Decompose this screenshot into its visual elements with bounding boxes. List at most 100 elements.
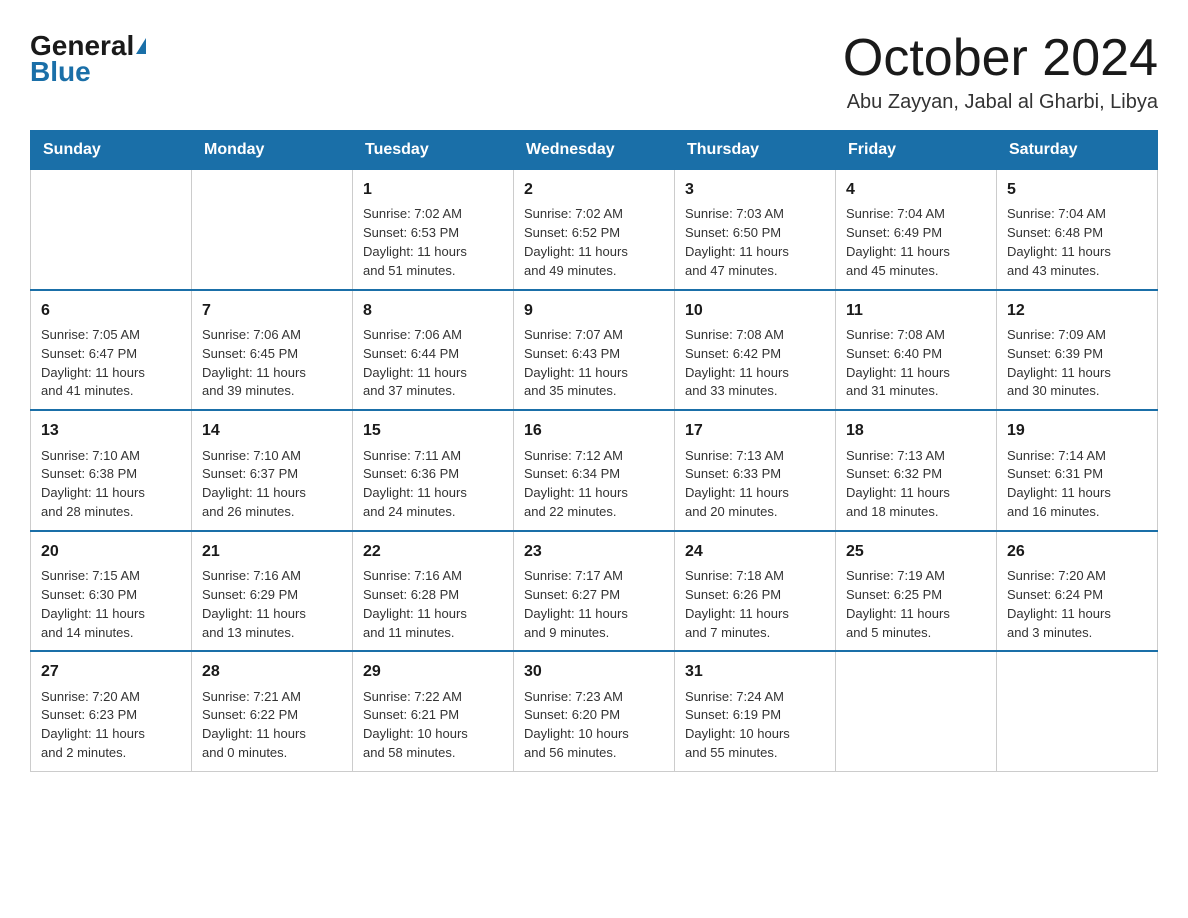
calendar-cell: 28 Sunrise: 7:21 AM Sunset: 6:22 PM Dayli… <box>192 651 353 771</box>
calendar-cell: 29Sunrise: 7:22 AM Sunset: 6:21 PM Dayli… <box>353 651 514 771</box>
calendar-cell: 20 Sunrise: 7:15 AM Sunset: 6:30 PM Dayli… <box>31 531 192 652</box>
calendar-cell: 31 Sunrise: 7:24 AM Sunset: 6:19 PM Dayli… <box>675 651 836 771</box>
month-title: October 2024 <box>843 30 1158 87</box>
day-number: 23 <box>524 540 664 563</box>
calendar-cell: 18 Sunrise: 7:13 AM Sunset: 6:32 PM Dayli… <box>836 410 997 531</box>
calendar-cell: 13 Sunrise: 7:10 AM Sunset: 6:38 PM Dayli… <box>31 410 192 531</box>
day-number: 11 <box>846 299 986 322</box>
calendar-cell: 24 Sunrise: 7:18 AM Sunset: 6:26 PM Dayli… <box>675 531 836 652</box>
day-number: 7 <box>202 299 342 322</box>
calendar-cell: 14Sunrise: 7:10 AM Sunset: 6:37 PM Dayli… <box>192 410 353 531</box>
day-info: Sunrise: 7:20 AM Sunset: 6:24 PM Dayligh… <box>1007 567 1147 642</box>
day-number: 31 <box>685 660 825 683</box>
day-number: 2 <box>524 178 664 201</box>
calendar-cell: 23 Sunrise: 7:17 AM Sunset: 6:27 PM Dayli… <box>514 531 675 652</box>
calendar-cell: 26 Sunrise: 7:20 AM Sunset: 6:24 PM Dayli… <box>997 531 1158 652</box>
weekday-header-wednesday: Wednesday <box>514 131 675 170</box>
day-info: Sunrise: 7:02 AM Sunset: 6:52 PM Dayligh… <box>524 205 664 280</box>
calendar-cell: 22 Sunrise: 7:16 AM Sunset: 6:28 PM Dayli… <box>353 531 514 652</box>
day-number: 22 <box>363 540 503 563</box>
weekday-header-row: SundayMondayTuesdayWednesdayThursdayFrid… <box>31 131 1158 170</box>
calendar-cell: 16Sunrise: 7:12 AM Sunset: 6:34 PM Dayli… <box>514 410 675 531</box>
day-number: 20 <box>41 540 181 563</box>
day-number: 14 <box>202 419 342 442</box>
day-info: Sunrise: 7:09 AM Sunset: 6:39 PM Dayligh… <box>1007 326 1147 401</box>
weekday-header-monday: Monday <box>192 131 353 170</box>
day-info: Sunrise: 7:02 AM Sunset: 6:53 PM Dayligh… <box>363 205 503 280</box>
logo: General Blue <box>30 30 146 88</box>
weekday-header-friday: Friday <box>836 131 997 170</box>
week-row-4: 20 Sunrise: 7:15 AM Sunset: 6:30 PM Dayli… <box>31 531 1158 652</box>
day-info: Sunrise: 7:14 AM Sunset: 6:31 PM Dayligh… <box>1007 447 1147 522</box>
calendar-cell: 15 Sunrise: 7:11 AM Sunset: 6:36 PM Dayli… <box>353 410 514 531</box>
day-number: 21 <box>202 540 342 563</box>
day-info: Sunrise: 7:08 AM Sunset: 6:40 PM Dayligh… <box>846 326 986 401</box>
calendar-cell: 10 Sunrise: 7:08 AM Sunset: 6:42 PM Dayli… <box>675 290 836 411</box>
day-number: 25 <box>846 540 986 563</box>
day-info: Sunrise: 7:15 AM Sunset: 6:30 PM Dayligh… <box>41 567 181 642</box>
day-number: 5 <box>1007 178 1147 201</box>
day-info: Sunrise: 7:10 AM Sunset: 6:38 PM Dayligh… <box>41 447 181 522</box>
day-number: 19 <box>1007 419 1147 442</box>
page-header: General Blue October 2024 Abu Zayyan, Ja… <box>30 30 1158 114</box>
day-info: Sunrise: 7:16 AM Sunset: 6:29 PM Dayligh… <box>202 567 342 642</box>
week-row-3: 13 Sunrise: 7:10 AM Sunset: 6:38 PM Dayli… <box>31 410 1158 531</box>
day-number: 9 <box>524 299 664 322</box>
day-number: 10 <box>685 299 825 322</box>
calendar-cell: 25Sunrise: 7:19 AM Sunset: 6:25 PM Dayli… <box>836 531 997 652</box>
calendar-cell: 12Sunrise: 7:09 AM Sunset: 6:39 PM Dayli… <box>997 290 1158 411</box>
calendar-cell <box>836 651 997 771</box>
calendar-cell: 1 Sunrise: 7:02 AM Sunset: 6:53 PM Daylig… <box>353 170 514 290</box>
day-number: 4 <box>846 178 986 201</box>
weekday-header-saturday: Saturday <box>997 131 1158 170</box>
day-number: 1 <box>363 178 503 201</box>
day-info: Sunrise: 7:18 AM Sunset: 6:26 PM Dayligh… <box>685 567 825 642</box>
day-number: 30 <box>524 660 664 683</box>
day-info: Sunrise: 7:11 AM Sunset: 6:36 PM Dayligh… <box>363 447 503 522</box>
calendar-cell: 4 Sunrise: 7:04 AM Sunset: 6:49 PM Daylig… <box>836 170 997 290</box>
day-number: 29 <box>363 660 503 683</box>
day-info: Sunrise: 7:07 AM Sunset: 6:43 PM Dayligh… <box>524 326 664 401</box>
calendar-cell <box>192 170 353 290</box>
day-info: Sunrise: 7:05 AM Sunset: 6:47 PM Dayligh… <box>41 326 181 401</box>
calendar-cell <box>997 651 1158 771</box>
logo-triangle-icon <box>136 38 146 54</box>
day-number: 13 <box>41 419 181 442</box>
location-title: Abu Zayyan, Jabal al Gharbi, Libya <box>843 91 1158 114</box>
day-info: Sunrise: 7:21 AM Sunset: 6:22 PM Dayligh… <box>202 688 342 763</box>
day-info: Sunrise: 7:08 AM Sunset: 6:42 PM Dayligh… <box>685 326 825 401</box>
calendar-cell <box>31 170 192 290</box>
day-info: Sunrise: 7:16 AM Sunset: 6:28 PM Dayligh… <box>363 567 503 642</box>
day-info: Sunrise: 7:03 AM Sunset: 6:50 PM Dayligh… <box>685 205 825 280</box>
day-info: Sunrise: 7:04 AM Sunset: 6:48 PM Dayligh… <box>1007 205 1147 280</box>
day-number: 28 <box>202 660 342 683</box>
day-number: 15 <box>363 419 503 442</box>
logo-blue-text: Blue <box>30 56 91 88</box>
day-info: Sunrise: 7:04 AM Sunset: 6:49 PM Dayligh… <box>846 205 986 280</box>
day-number: 8 <box>363 299 503 322</box>
day-info: Sunrise: 7:17 AM Sunset: 6:27 PM Dayligh… <box>524 567 664 642</box>
day-number: 17 <box>685 419 825 442</box>
calendar-cell: 19 Sunrise: 7:14 AM Sunset: 6:31 PM Dayli… <box>997 410 1158 531</box>
day-number: 26 <box>1007 540 1147 563</box>
calendar-cell: 27Sunrise: 7:20 AM Sunset: 6:23 PM Dayli… <box>31 651 192 771</box>
day-number: 24 <box>685 540 825 563</box>
week-row-5: 27Sunrise: 7:20 AM Sunset: 6:23 PM Dayli… <box>31 651 1158 771</box>
day-info: Sunrise: 7:24 AM Sunset: 6:19 PM Dayligh… <box>685 688 825 763</box>
day-number: 18 <box>846 419 986 442</box>
calendar-cell: 30Sunrise: 7:23 AM Sunset: 6:20 PM Dayli… <box>514 651 675 771</box>
day-number: 3 <box>685 178 825 201</box>
day-number: 6 <box>41 299 181 322</box>
calendar-cell: 8 Sunrise: 7:06 AM Sunset: 6:44 PM Daylig… <box>353 290 514 411</box>
week-row-2: 6 Sunrise: 7:05 AM Sunset: 6:47 PM Daylig… <box>31 290 1158 411</box>
day-info: Sunrise: 7:13 AM Sunset: 6:32 PM Dayligh… <box>846 447 986 522</box>
calendar-cell: 2 Sunrise: 7:02 AM Sunset: 6:52 PM Daylig… <box>514 170 675 290</box>
calendar-cell: 7 Sunrise: 7:06 AM Sunset: 6:45 PM Daylig… <box>192 290 353 411</box>
weekday-header-sunday: Sunday <box>31 131 192 170</box>
calendar-cell: 11 Sunrise: 7:08 AM Sunset: 6:40 PM Dayli… <box>836 290 997 411</box>
week-row-1: 1 Sunrise: 7:02 AM Sunset: 6:53 PM Daylig… <box>31 170 1158 290</box>
calendar-cell: 3 Sunrise: 7:03 AM Sunset: 6:50 PM Daylig… <box>675 170 836 290</box>
day-info: Sunrise: 7:06 AM Sunset: 6:44 PM Dayligh… <box>363 326 503 401</box>
calendar-table: SundayMondayTuesdayWednesdayThursdayFrid… <box>30 130 1158 772</box>
day-info: Sunrise: 7:06 AM Sunset: 6:45 PM Dayligh… <box>202 326 342 401</box>
